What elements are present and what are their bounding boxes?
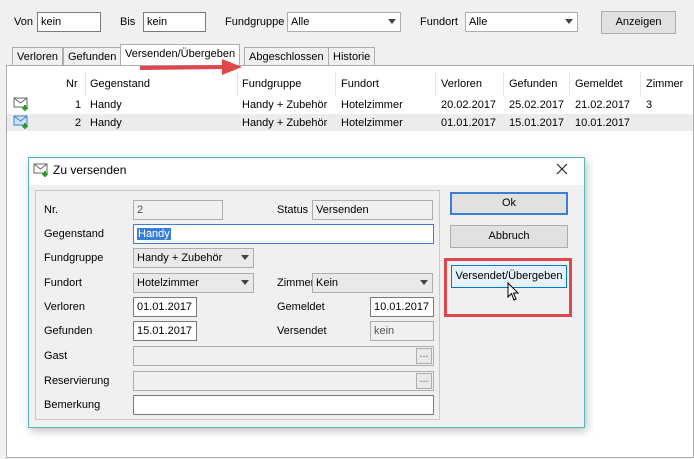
cell-gemeldet: 21.02.2017 bbox=[575, 99, 631, 111]
column-header-nr[interactable]: Nr bbox=[66, 77, 78, 91]
gegenstand-value: Handy bbox=[137, 228, 171, 240]
mail-icon bbox=[33, 163, 49, 178]
reservierung-lookup-button[interactable]: ... bbox=[416, 373, 432, 389]
chevron-down-icon bbox=[388, 19, 396, 24]
zimmer-label: Zimmer bbox=[277, 277, 315, 289]
fundgruppe-filter-label: Fundgruppe bbox=[225, 16, 285, 28]
gegenstand-input[interactable]: Handy bbox=[133, 224, 434, 244]
column-header-zimmer[interactable]: Zimmer bbox=[646, 77, 683, 91]
abbruch-button[interactable]: Abbruch bbox=[450, 225, 568, 248]
bis-label: Bis bbox=[120, 16, 136, 28]
reservierung-field: ... bbox=[133, 371, 434, 391]
anzeigen-button[interactable]: Anzeigen bbox=[601, 11, 676, 34]
cell-gefunden: 25.02.2017 bbox=[509, 99, 565, 111]
chevron-down-icon bbox=[241, 255, 249, 260]
fundort-filter-label: Fundort bbox=[420, 16, 458, 28]
cell-gegenstand: Handy bbox=[90, 99, 122, 111]
chevron-down-icon bbox=[420, 280, 428, 285]
von-input[interactable]: kein bbox=[37, 12, 101, 32]
cell-zimmer: 3 bbox=[646, 99, 653, 111]
cell-gefunden: 15.01.2017 bbox=[509, 117, 565, 129]
gast-field: ... bbox=[133, 346, 434, 366]
gefunden-date-input[interactable]: 15.01.2017 bbox=[133, 321, 197, 341]
cell-fundort: Hotelzimmer bbox=[341, 117, 403, 129]
mail-send-icon bbox=[13, 97, 29, 112]
nr-field: 2 bbox=[133, 200, 223, 220]
fundort-label: Fundort bbox=[44, 277, 82, 289]
cell-fundgruppe: Handy + Zubehör bbox=[242, 117, 328, 129]
fundgruppe-label: Fundgruppe bbox=[44, 252, 104, 264]
status-field: Versenden bbox=[312, 200, 433, 220]
fundgruppe-filter-value: Alle bbox=[291, 16, 310, 28]
cell-fundort: Hotelzimmer bbox=[341, 99, 403, 111]
fundgruppe-filter-select[interactable]: Alle bbox=[287, 12, 401, 32]
bis-input[interactable]: kein bbox=[143, 12, 206, 32]
cell-verloren: 01.01.2017 bbox=[441, 117, 497, 129]
cell-nr: 2 bbox=[75, 117, 82, 129]
tab-abgeschlossen[interactable]: Abgeschlossen bbox=[244, 47, 329, 65]
chevron-down-icon bbox=[565, 19, 573, 24]
verloren-date-input[interactable]: 01.01.2017 bbox=[133, 297, 197, 317]
status-label: Status bbox=[277, 204, 309, 216]
gast-label: Gast bbox=[44, 350, 68, 362]
fundgruppe-select[interactable]: Handy + Zubehör bbox=[133, 248, 254, 268]
nr-label: Nr. bbox=[44, 204, 59, 216]
column-header-fundgruppe[interactable]: Fundgruppe bbox=[242, 77, 301, 91]
gast-lookup-button[interactable]: ... bbox=[416, 348, 432, 364]
mail-send-icon bbox=[13, 115, 29, 130]
column-header-gemeldet[interactable]: Gemeldet bbox=[575, 77, 623, 91]
bemerkung-input[interactable] bbox=[133, 395, 434, 415]
close-icon[interactable] bbox=[556, 163, 568, 175]
arrow-annotation-icon bbox=[139, 59, 242, 75]
cursor-icon bbox=[507, 282, 520, 301]
versendet-label: Versendet bbox=[277, 325, 327, 337]
dialog-title: Zu versenden bbox=[53, 163, 127, 177]
column-header-verloren[interactable]: Verloren bbox=[441, 77, 482, 91]
fundort-select[interactable]: Hotelzimmer bbox=[133, 273, 254, 293]
cell-verloren: 20.02.2017 bbox=[441, 99, 497, 111]
versendet-field: kein bbox=[370, 321, 434, 341]
cell-gegenstand: Handy bbox=[90, 117, 122, 129]
tab-verloren[interactable]: Verloren bbox=[12, 47, 63, 65]
zimmer-select[interactable]: Kein bbox=[312, 273, 433, 293]
cell-nr: 1 bbox=[75, 99, 82, 111]
fundort-filter-value: Alle bbox=[469, 16, 488, 28]
bemerkung-label: Bemerkung bbox=[44, 399, 101, 411]
fundgruppe-value: Handy + Zubehör bbox=[137, 252, 223, 264]
von-label: Von bbox=[14, 16, 33, 28]
column-header-gefunden[interactable]: Gefunden bbox=[509, 77, 557, 91]
tab-historie[interactable]: Historie bbox=[328, 47, 376, 65]
ok-button[interactable]: Ok bbox=[450, 192, 568, 215]
gemeldet-date-input[interactable]: 10.01.2017 bbox=[370, 297, 434, 317]
cell-gemeldet: 10.01.2017 bbox=[575, 117, 631, 129]
fundort-value: Hotelzimmer bbox=[137, 277, 199, 289]
gemeldet-label: Gemeldet bbox=[277, 301, 325, 313]
gefunden-label: Gefunden bbox=[44, 325, 93, 337]
verloren-label: Verloren bbox=[44, 301, 85, 313]
reservierung-label: Reservierung bbox=[44, 375, 110, 387]
gegenstand-label: Gegenstand bbox=[44, 228, 104, 240]
cell-fundgruppe: Handy + Zubehör bbox=[242, 99, 328, 111]
fundort-filter-select[interactable]: Alle bbox=[465, 12, 578, 32]
tab-gefunden[interactable]: Gefunden bbox=[63, 47, 122, 65]
chevron-down-icon bbox=[241, 280, 249, 285]
zimmer-value: Kein bbox=[316, 277, 339, 289]
column-header-fundort[interactable]: Fundort bbox=[341, 77, 379, 91]
